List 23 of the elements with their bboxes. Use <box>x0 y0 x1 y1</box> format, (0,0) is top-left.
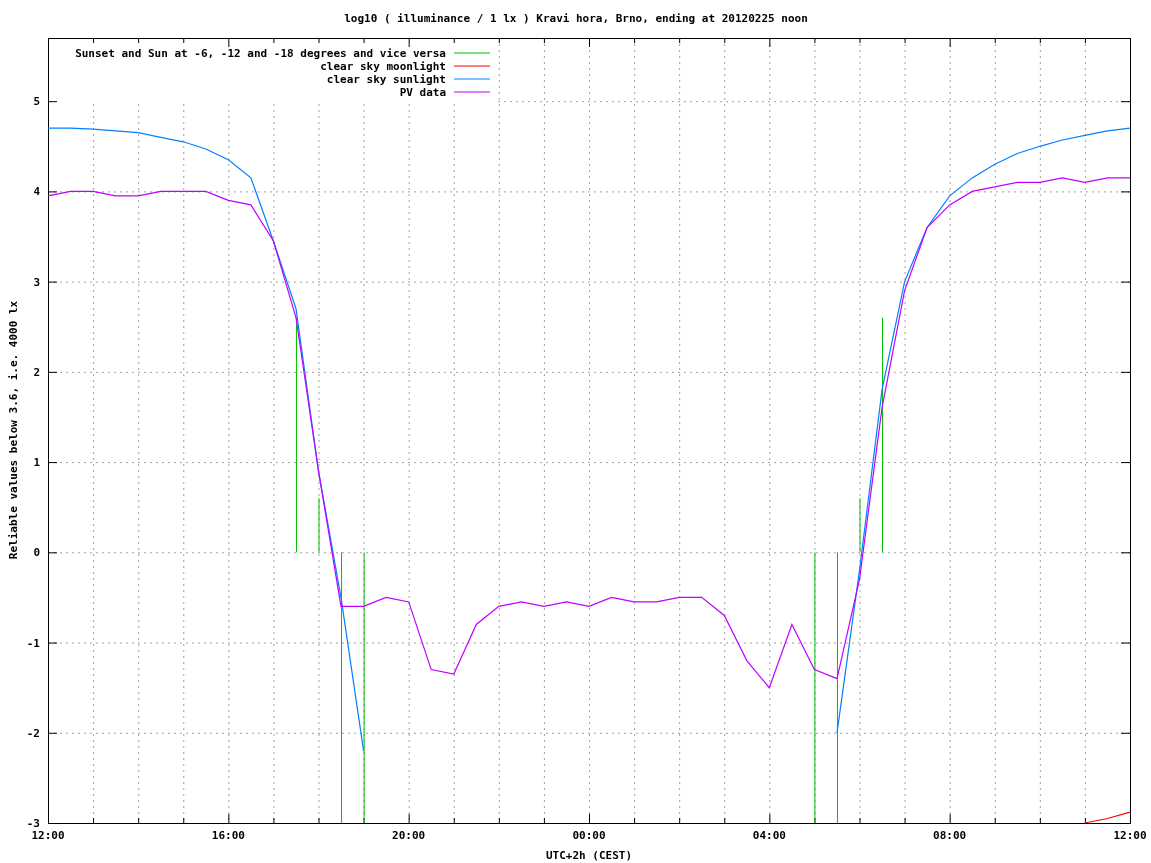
y-tick-label: 4 <box>33 185 40 199</box>
legend-label: PV data <box>399 86 446 99</box>
x-tick-label: 12:00 <box>1113 829 1147 842</box>
y-tick-label: -2 <box>26 726 40 740</box>
y-tick-label: -1 <box>26 636 40 650</box>
x-tick-label: 08:00 <box>933 829 967 842</box>
x-tick-label: 20:00 <box>392 829 426 842</box>
x-tick-label: 16:00 <box>211 829 245 842</box>
chart-title: log10 ( illuminance / 1 lx ) Kravi hora, Brno, ending at 20120225 noon <box>344 12 808 25</box>
y-tick-label: 2 <box>33 365 40 379</box>
y-tick-label: 1 <box>33 456 40 470</box>
legend-label: Sunset and Sun at -6, -12 and -18 degrees and vice versa <box>75 47 446 60</box>
legend-label: clear sky sunlight <box>326 73 446 86</box>
x-tick-label: 04:00 <box>752 829 786 842</box>
y-tick-label: 0 <box>33 546 40 560</box>
y-tick-label: 5 <box>33 95 40 109</box>
x-tick-label: 00:00 <box>572 829 606 842</box>
legend-label: clear sky moonlight <box>320 60 446 73</box>
y-tick-label: -3 <box>26 817 40 830</box>
x-tick-label: 12:00 <box>31 829 65 842</box>
y-axis-title: Reliable values below 3.6, i.e. 4000 lx <box>7 300 20 560</box>
x-axis-title: UTC+2h (CEST) <box>545 849 633 862</box>
y-tick-label: 3 <box>33 275 40 289</box>
